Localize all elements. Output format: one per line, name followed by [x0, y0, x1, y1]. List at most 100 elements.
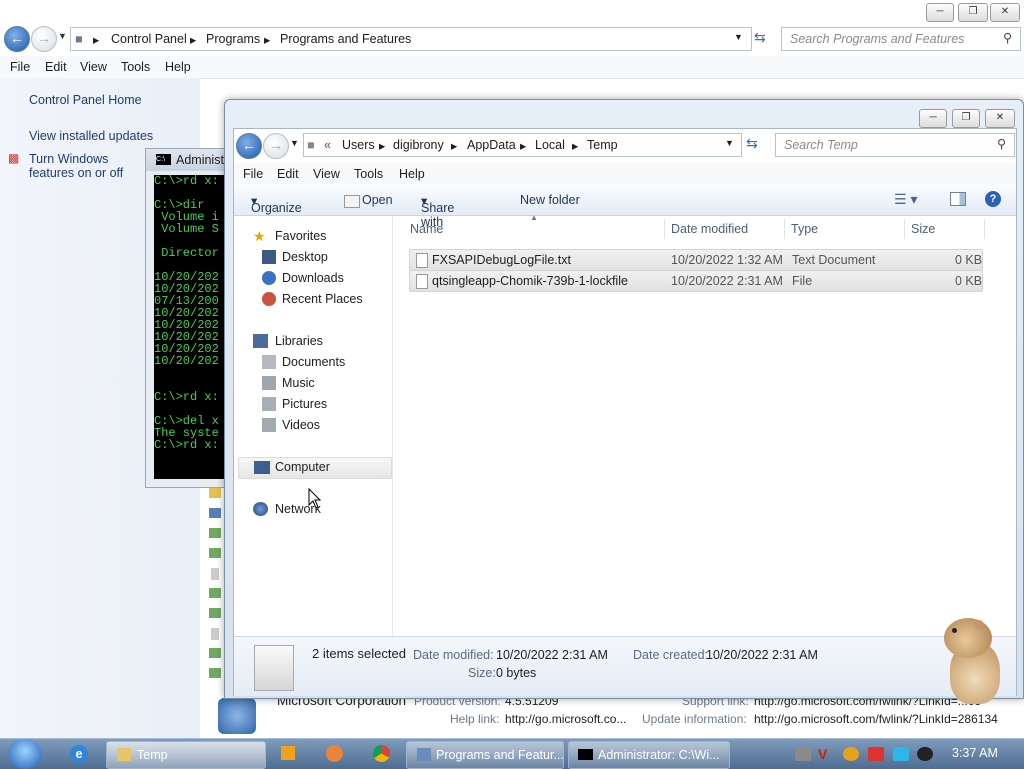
search-icon[interactable]: ⚲	[997, 136, 1006, 151]
libraries-icon	[253, 334, 268, 348]
nav-computer[interactable]: Computer	[238, 457, 392, 479]
view-options-icon[interactable]: ☰ ▾	[894, 191, 917, 208]
tray-icon-antivirus[interactable]: V	[818, 747, 834, 761]
column-name[interactable]: Name	[410, 216, 443, 242]
breadcrumb-separator: ▸	[572, 139, 579, 153]
clock[interactable]: 3:37 AM	[952, 746, 998, 760]
videos-icon	[262, 418, 276, 432]
new-folder-button[interactable]: New folder	[520, 193, 580, 207]
menu-view[interactable]: View	[80, 60, 107, 74]
help-link[interactable]: http://go.microsoft.co...	[505, 712, 626, 726]
breadcrumb-separator: ▸	[264, 33, 271, 47]
explorer-search-input[interactable]: Search Temp ⚲	[775, 133, 1015, 157]
selected-files-icon	[254, 645, 294, 691]
menu-tools[interactable]: Tools	[121, 60, 150, 74]
explorer-back-button[interactable]: ←	[236, 133, 262, 159]
media-player-icon[interactable]	[281, 746, 295, 760]
organize-button[interactable]: Organize ▾	[251, 193, 302, 215]
control-panel-home-link[interactable]: Control Panel Home	[29, 93, 142, 107]
explorer-menu-bar: File Edit View Tools Help	[234, 163, 1016, 186]
breadcrumb-separator: ▸	[451, 139, 458, 153]
menu-help[interactable]: Help	[399, 167, 425, 181]
search-icon[interactable]: ⚲	[1003, 30, 1012, 45]
tray-icon-flag[interactable]	[868, 747, 884, 761]
bg-address-bar[interactable]: ■ ▸ Control Panel ▸ Programs ▸ Programs …	[70, 27, 752, 51]
chrome-icon[interactable]	[373, 745, 390, 762]
view-installed-updates-link[interactable]: View installed updates	[29, 129, 153, 143]
breadcrumb-programs[interactable]: Programs	[206, 32, 260, 46]
breadcrumb-local[interactable]: Local	[535, 138, 565, 152]
breadcrumb-temp[interactable]: Temp	[587, 138, 618, 152]
explorer-maximize-button[interactable]: ❐	[952, 109, 980, 128]
tray-icon-volume[interactable]	[917, 747, 933, 761]
menu-tools[interactable]: Tools	[354, 167, 383, 181]
bg-menu-bar: File Edit View Tools Help	[0, 56, 1024, 79]
recent-pages-icon[interactable]: ▼	[58, 31, 67, 41]
close-button[interactable]: ✕	[990, 3, 1020, 22]
column-size[interactable]: Size	[911, 216, 935, 242]
forward-button[interactable]: →	[31, 26, 57, 52]
breadcrumb-digibrony[interactable]: digibrony	[393, 138, 444, 152]
tray-icon-search[interactable]	[843, 747, 859, 761]
mouse-pointer-icon	[308, 488, 322, 509]
column-type[interactable]: Type	[791, 216, 818, 242]
menu-view[interactable]: View	[313, 167, 340, 181]
app-icon[interactable]	[326, 745, 343, 762]
explorer-address-bar[interactable]: ■ « Users ▸ digibrony ▸ AppData ▸ Local …	[303, 133, 742, 157]
refresh-icon[interactable]: ⇆	[754, 29, 766, 46]
music-icon	[262, 376, 276, 390]
help-icon[interactable]: ?	[985, 191, 1001, 207]
explorer-window-temp: ─ ❐ ✕ ← → ▼ ■ « Users ▸ digibrony ▸ AppD…	[224, 99, 1024, 699]
network-icon	[253, 502, 268, 516]
overflow-icon[interactable]: «	[324, 138, 331, 152]
chevron-down-icon[interactable]: ▼	[734, 32, 743, 42]
start-button[interactable]	[8, 739, 42, 769]
menu-help[interactable]: Help	[165, 60, 191, 74]
menu-file[interactable]: File	[10, 60, 30, 74]
menu-file[interactable]: File	[243, 167, 263, 181]
cmd-output: C:\>rd x: C:\>dir Volume i Volume S Dire…	[154, 175, 226, 479]
explorer-command-bar: Organize ▾ Open Share with ▾ New folder …	[234, 185, 1016, 229]
hamster-mascot[interactable]	[936, 614, 1008, 706]
program-list-icons	[207, 486, 224, 686]
details-pane: 2 items selected Date modified: 10/20/20…	[234, 636, 1016, 696]
breadcrumb-appdata[interactable]: AppData	[467, 138, 516, 152]
cmd-window[interactable]: C:\ Administ C:\>rd x: C:\>dir Volume i …	[145, 148, 227, 488]
maximize-button[interactable]: ❐	[958, 3, 988, 22]
windows-features-link[interactable]: Turn Windows features on or off	[29, 152, 147, 180]
explorer-close-button[interactable]: ✕	[985, 109, 1015, 128]
file-row[interactable]: FXSAPIDebugLogFile.txt 10/20/2022 1:32 A…	[409, 249, 983, 271]
breadcrumb-programs-features[interactable]: Programs and Features	[280, 32, 411, 46]
chevron-down-icon[interactable]: ▼	[725, 138, 734, 148]
menu-edit[interactable]: Edit	[277, 167, 299, 181]
refresh-icon[interactable]: ⇆	[746, 135, 758, 152]
cmd-icon: C:\	[156, 154, 171, 165]
program-icon	[218, 698, 256, 734]
bg-title-bar: ─ ❐ ✕	[0, 0, 1024, 24]
preview-pane-icon[interactable]	[950, 192, 966, 206]
breadcrumb-control-panel[interactable]: Control Panel	[111, 32, 187, 46]
taskbar-button-temp[interactable]: Temp	[106, 741, 266, 769]
back-button[interactable]: ←	[4, 26, 30, 52]
share-with-button[interactable]: Share with ▾	[421, 193, 454, 229]
breadcrumb-users[interactable]: Users	[342, 138, 375, 152]
breadcrumb-separator: ▸	[190, 33, 197, 47]
tray-icon-display[interactable]	[893, 747, 909, 761]
cmd-title-bar[interactable]: C:\ Administ	[146, 149, 226, 171]
bg-search-input[interactable]: Search Programs and Features ⚲	[781, 27, 1021, 51]
internet-explorer-icon[interactable]: e	[70, 745, 88, 763]
menu-edit[interactable]: Edit	[45, 60, 67, 74]
pictures-icon	[262, 397, 276, 411]
update-link[interactable]: http://go.microsoft.com/fwlink/?LinkId=2…	[754, 712, 998, 726]
breadcrumb-separator: ▸	[520, 139, 527, 153]
taskbar-button-programs-features[interactable]: Programs and Featur...	[406, 741, 564, 769]
column-date-modified[interactable]: Date modified	[671, 216, 748, 242]
explorer-minimize-button[interactable]: ─	[919, 109, 947, 128]
open-button[interactable]: Open	[362, 193, 393, 207]
tray-icon-network[interactable]	[795, 747, 811, 761]
explorer-recent-icon[interactable]: ▼	[290, 138, 299, 148]
minimize-button[interactable]: ─	[926, 3, 954, 22]
explorer-forward-button[interactable]: →	[263, 133, 289, 159]
taskbar-button-cmd[interactable]: Administrator: C:\Wi...	[568, 741, 730, 769]
file-row[interactable]: qtsingleapp-Chomik-739b-1-lockfile 10/20…	[409, 270, 983, 292]
